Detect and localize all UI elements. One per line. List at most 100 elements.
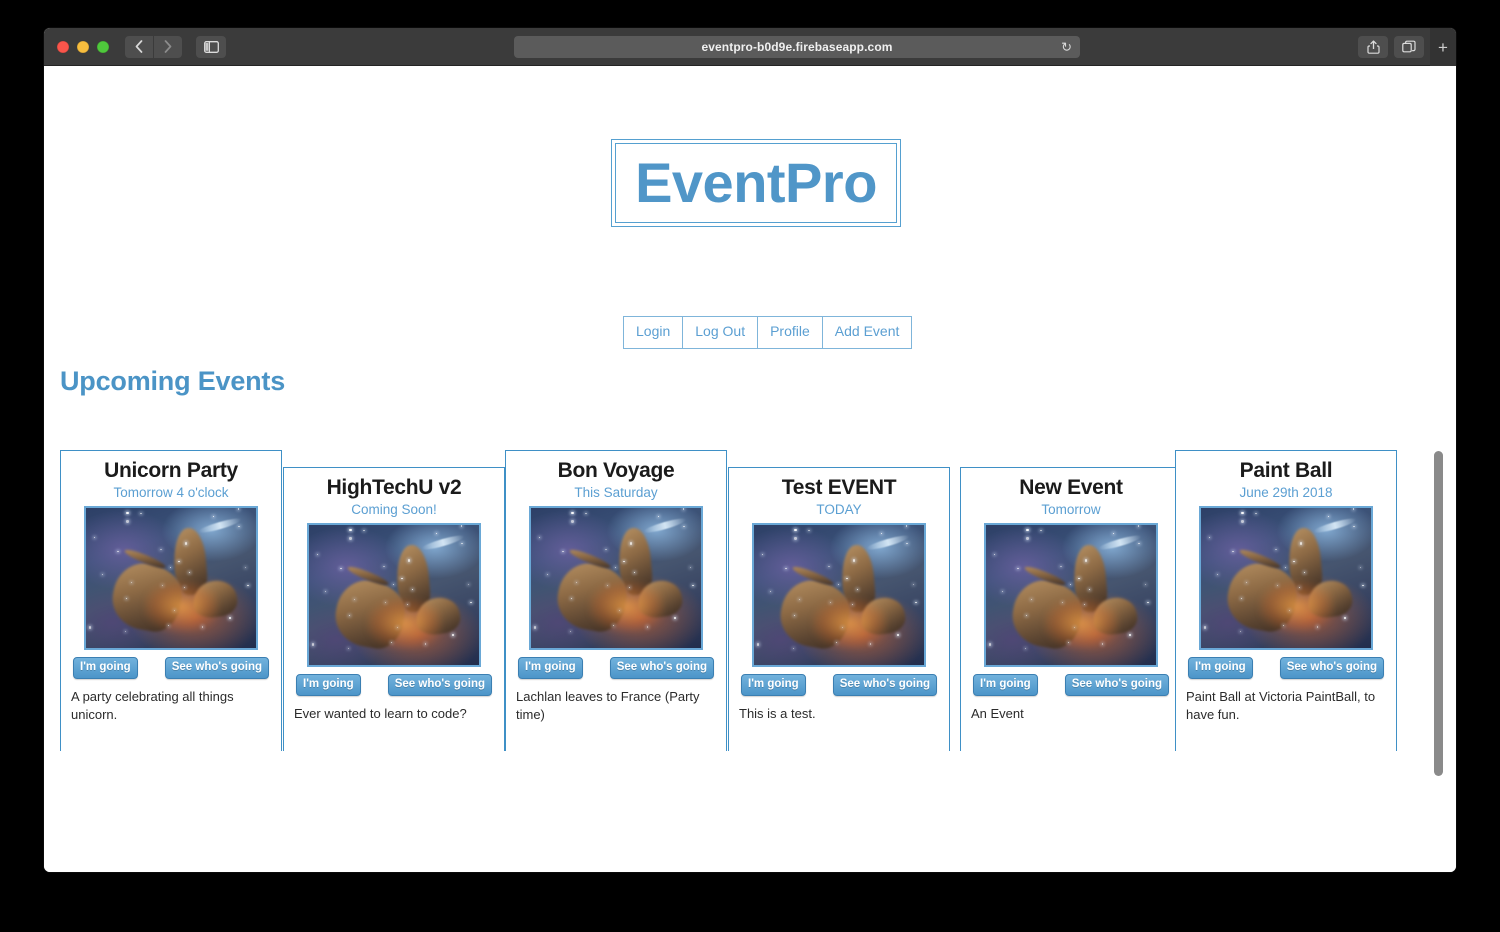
nebula-star <box>1241 520 1244 523</box>
nebula-star <box>1078 577 1080 579</box>
see-whos-going-button[interactable]: See who's going <box>387 674 492 696</box>
im-going-button[interactable]: I'm going <box>741 674 806 696</box>
event-card[interactable]: HighTechU v2 Coming Soon! I'm going See who… <box>283 467 505 751</box>
event-actions: I'm going See who's going <box>1186 657 1386 679</box>
share-icon <box>1366 40 1380 54</box>
im-going-button[interactable]: I'm going <box>296 674 361 696</box>
see-whos-going-button[interactable]: See who's going <box>832 674 937 696</box>
address-bar[interactable]: eventpro-b0d9e.firebaseapp.com ↻ <box>514 36 1080 58</box>
events-row: Unicorn Party Tomorrow 4 o'clock I'm going… <box>44 406 1400 751</box>
event-actions: I'm going See who's going <box>71 657 271 679</box>
im-going-button[interactable]: I'm going <box>518 657 583 679</box>
event-title: Bon Voyage <box>557 459 675 482</box>
nebula-star <box>1352 508 1355 510</box>
nebula-star <box>846 577 848 579</box>
event-date: This Saturday <box>574 485 658 501</box>
show-all-tabs-button[interactable] <box>1394 36 1424 58</box>
nebula-star <box>229 617 231 619</box>
nebula-star <box>401 577 403 579</box>
back-button[interactable] <box>125 35 153 58</box>
site-logo-text: EventPro <box>635 151 877 214</box>
event-description: An Event <box>971 705 1024 721</box>
nebula-star <box>1001 590 1003 592</box>
site-logo-inner-frame: EventPro <box>615 143 897 223</box>
event-image <box>84 506 258 651</box>
nebula-glow <box>588 581 664 632</box>
event-actions: I'm going See who's going <box>294 674 494 696</box>
sidebar-icon <box>203 40 219 53</box>
nav-item-login[interactable]: Login <box>624 317 684 348</box>
reload-icon[interactable]: ↻ <box>1061 41 1072 54</box>
close-window-button[interactable] <box>57 40 69 53</box>
see-whos-going-button[interactable]: See who's going <box>1279 657 1384 679</box>
new-tab-label: + <box>1438 37 1448 57</box>
nebula-star <box>1216 573 1218 575</box>
tab-overview-icon <box>1402 40 1416 53</box>
see-whos-going-button[interactable]: See who's going <box>609 657 714 679</box>
nebula-star <box>460 525 463 527</box>
event-actions: I'm going See who's going <box>971 674 1171 696</box>
event-card[interactable]: Paint Ball June 29th 2018 I'm going See who… <box>1175 450 1397 751</box>
im-going-button[interactable]: I'm going <box>1188 657 1253 679</box>
event-title: Paint Ball <box>1239 459 1333 482</box>
im-going-button[interactable]: I'm going <box>73 657 138 679</box>
nav-item-profile[interactable]: Profile <box>758 317 823 348</box>
nebula-star <box>798 598 800 600</box>
event-card[interactable]: Unicorn Party Tomorrow 4 o'clock I'm going… <box>60 450 282 751</box>
event-title: HighTechU v2 <box>326 476 462 499</box>
event-actions: I'm going See who's going <box>739 674 939 696</box>
browser-window: eventpro-b0d9e.firebaseapp.com ↻ + Event… <box>44 28 1456 872</box>
nebula-star <box>101 573 103 575</box>
minimize-window-button[interactable] <box>77 40 89 53</box>
event-description: Lachlan leaves to France (Party time) <box>516 688 700 722</box>
event-card[interactable]: Test EVENT TODAY I'm going See who's going T… <box>728 467 950 751</box>
event-image <box>307 523 481 668</box>
event-description: A party celebrating all things unicorn. <box>71 688 234 722</box>
nebula-glow <box>366 598 442 649</box>
event-actions: I'm going See who's going <box>516 657 716 679</box>
maximize-window-button[interactable] <box>97 40 109 53</box>
nebula-star <box>178 560 180 562</box>
nebula-star <box>130 581 132 583</box>
page-content: EventPro Login Log Out Profile Add Event… <box>44 66 1456 872</box>
nebula-star <box>1030 598 1032 600</box>
nebula-glow <box>143 581 219 632</box>
nebula-star <box>1344 617 1346 619</box>
window-controls <box>44 40 121 53</box>
event-image <box>984 523 1158 668</box>
nebula-star <box>571 520 574 523</box>
event-image <box>1199 506 1373 651</box>
event-date: Tomorrow 4 o'clock <box>113 485 229 501</box>
nebula-glow <box>811 598 887 649</box>
event-title: Unicorn Party <box>104 459 238 482</box>
see-whos-going-button[interactable]: See who's going <box>164 657 269 679</box>
nebula-star <box>340 567 342 569</box>
event-title: Test EVENT <box>781 476 897 499</box>
toolbar-right-group: + <box>1358 28 1456 66</box>
nebula-star <box>1129 634 1131 636</box>
see-whos-going-button[interactable]: See who's going <box>1064 674 1169 696</box>
event-description: Paint Ball at Victoria PaintBall, to hav… <box>1186 688 1376 722</box>
show-sidebar-button[interactable] <box>196 35 226 58</box>
events-scrollbar[interactable] <box>1434 451 1443 776</box>
event-card[interactable]: Bon Voyage This Saturday I'm going See who'… <box>505 450 727 751</box>
nebula-star <box>324 590 326 592</box>
address-bar-url: eventpro-b0d9e.firebaseapp.com <box>701 40 893 54</box>
forward-button[interactable] <box>154 35 182 58</box>
nav-item-logout[interactable]: Log Out <box>683 317 759 348</box>
nav-item-add-event[interactable]: Add Event <box>823 317 912 348</box>
nebula-star <box>623 560 625 562</box>
event-card[interactable]: New Event Tomorrow I'm going See who's goin… <box>960 467 1182 751</box>
share-button[interactable] <box>1358 36 1388 58</box>
nebula-star <box>785 567 787 569</box>
nebula-star <box>562 550 564 552</box>
im-going-button[interactable]: I'm going <box>973 674 1038 696</box>
site-logo: EventPro <box>611 139 901 227</box>
events-scroller[interactable]: Unicorn Party Tomorrow 4 o'clock I'm going… <box>44 406 1400 751</box>
nebula-glow <box>1043 598 1119 649</box>
new-tab-button[interactable]: + <box>1430 28 1456 66</box>
navigation-buttons <box>125 35 182 58</box>
event-title: New Event <box>1019 476 1123 499</box>
main-navigation: Login Log Out Profile Add Event <box>623 316 913 349</box>
browser-toolbar: eventpro-b0d9e.firebaseapp.com ↻ + <box>44 28 1456 66</box>
